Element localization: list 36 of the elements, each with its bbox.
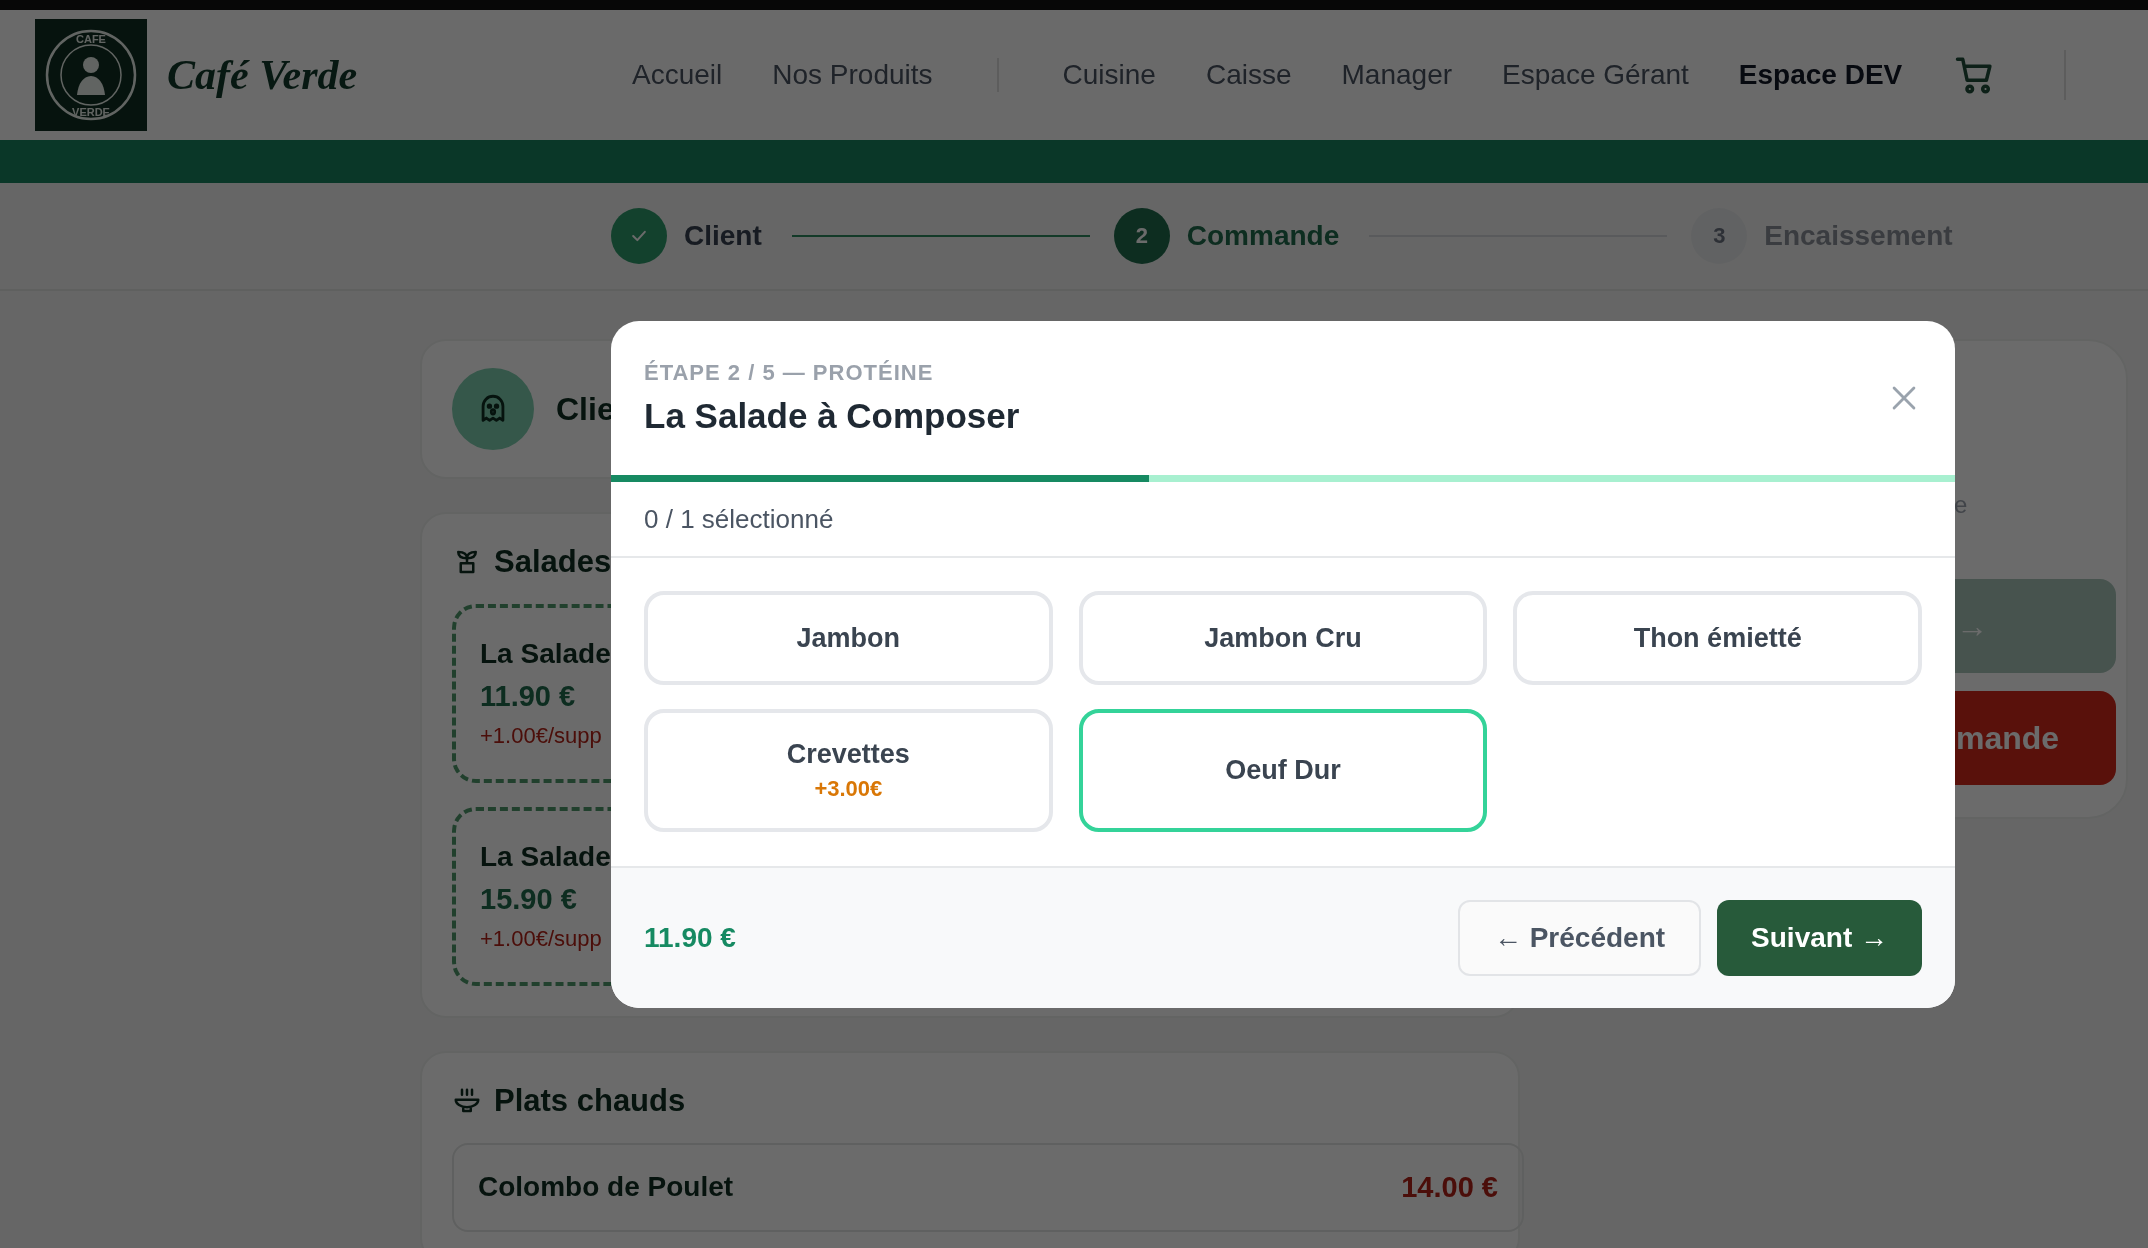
section-title: Salades: [494, 544, 612, 580]
product-name: La Salade: [480, 841, 611, 873]
section-title: Plats chauds: [494, 1083, 686, 1119]
product-name: La Salade: [480, 638, 611, 670]
product-name: Colombo de Poulet: [478, 1171, 734, 1204]
option-surcharge: +3.00€: [814, 776, 883, 802]
modal-title: La Salade à Composer: [644, 396, 1020, 436]
nav-link[interactable]: Nos Produits: [772, 59, 933, 91]
selection-count: 0 / 1 sélectionné: [611, 482, 1955, 558]
supplement-price: +1.00€/supp: [480, 926, 602, 952]
client-label: Clie: [556, 390, 615, 428]
product-price: 15.90 €: [480, 883, 577, 916]
brand-name: Café Verde: [167, 51, 358, 99]
total-price: 11.90 €: [644, 922, 736, 954]
option-button[interactable]: Crevettes +3.00€: [644, 709, 1053, 832]
product-price: 11.90 €: [480, 680, 576, 713]
nav-link[interactable]: Caisse: [1205, 59, 1292, 91]
option-button[interactable]: Jambon Cru: [1078, 591, 1488, 685]
next-button[interactable]: Suivant →: [1717, 900, 1922, 976]
step-label: Commande: [1186, 220, 1340, 252]
product-price: 14.00 €: [1401, 1171, 1498, 1204]
nav-link[interactable]: Cuisine: [1062, 59, 1156, 91]
previous-button[interactable]: ← Précédent: [1457, 900, 1702, 976]
step-indicator: 2: [1113, 208, 1170, 264]
nav-link[interactable]: Accueil: [632, 59, 723, 91]
nav-link[interactable]: Espace DEV: [1738, 59, 1903, 91]
option-button[interactable]: Oeuf Dur: [1078, 709, 1488, 832]
step-label: ÉTAPE 2 / 5 — PROTÉINE: [644, 360, 935, 386]
option-button[interactable]: Thon émietté: [1513, 591, 1922, 685]
supplement-price: +1.00€/supp: [480, 723, 602, 749]
nav-link[interactable]: Manager: [1341, 59, 1453, 91]
option-button[interactable]: Jambon: [644, 591, 1053, 685]
product-card[interactable]: Colombo de Poulet 14.00 €: [452, 1143, 1524, 1232]
logo: CAFE VERDE: [35, 19, 147, 131]
nav-link[interactable]: Espace Gérant: [1502, 59, 1689, 91]
step-label: Client: [684, 220, 762, 252]
